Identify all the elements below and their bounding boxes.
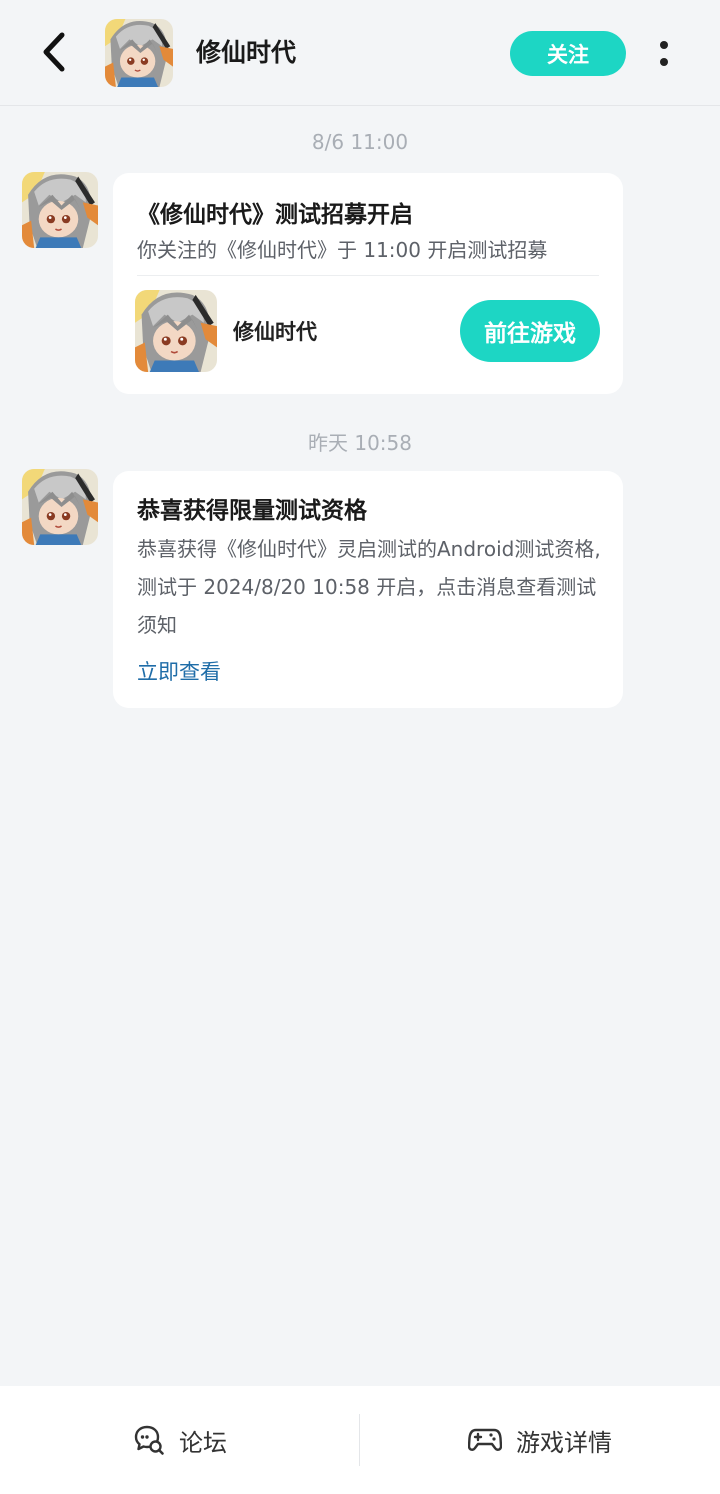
tab-forum[interactable]: 论坛 — [0, 1386, 360, 1494]
message-timestamp: 昨天 10:58 — [308, 431, 412, 455]
bottom-bar: 论坛 游戏详情 — [0, 1386, 720, 1494]
message-title: 《修仙时代》测试招募开启 — [137, 202, 413, 228]
top-bar: 修仙时代 关注 — [0, 0, 720, 106]
back-button[interactable] — [30, 28, 78, 76]
message-title: 恭喜获得限量测试资格 — [137, 498, 367, 524]
tab-forum-label: 论坛 — [179, 1428, 227, 1457]
view-now-link[interactable]: 立即查看 — [137, 656, 221, 686]
game-avatar[interactable] — [105, 19, 173, 87]
more-vertical-icon — [660, 40, 668, 49]
message-body: 恭喜获得《修仙时代》灵启测试的Android测试资格,测试于 2024/8/20… — [137, 537, 601, 637]
more-button[interactable] — [648, 30, 680, 76]
message-card-recruitment[interactable]: 《修仙时代》测试招募开启 你关注的《修仙时代》于 11:00 开启测试招募 修仙… — [113, 173, 623, 394]
gamepad-icon — [468, 1428, 502, 1451]
sender-avatar[interactable] — [22, 469, 98, 545]
message-card-qualification[interactable]: 恭喜获得限量测试资格 恭喜获得《修仙时代》灵启测试的Android测试资格,测试… — [113, 471, 623, 708]
tab-game-details-label: 游戏详情 — [516, 1428, 612, 1457]
follow-button[interactable]: 关注 — [510, 31, 626, 76]
goto-game-button[interactable]: 前往游戏 — [460, 300, 600, 362]
page-title: 修仙时代 — [196, 38, 297, 67]
message-timestamp: 8/6 11:00 — [311, 130, 409, 154]
forum-icon — [134, 1425, 164, 1455]
sender-avatar[interactable] — [22, 172, 98, 248]
game-name: 修仙时代 — [233, 320, 317, 344]
chevron-left-icon — [43, 32, 65, 72]
message-subtitle: 你关注的《修仙时代》于 11:00 开启测试招募 — [137, 238, 548, 262]
tab-game-details[interactable]: 游戏详情 — [360, 1386, 720, 1494]
game-cover[interactable] — [135, 290, 217, 372]
divider — [137, 275, 599, 276]
